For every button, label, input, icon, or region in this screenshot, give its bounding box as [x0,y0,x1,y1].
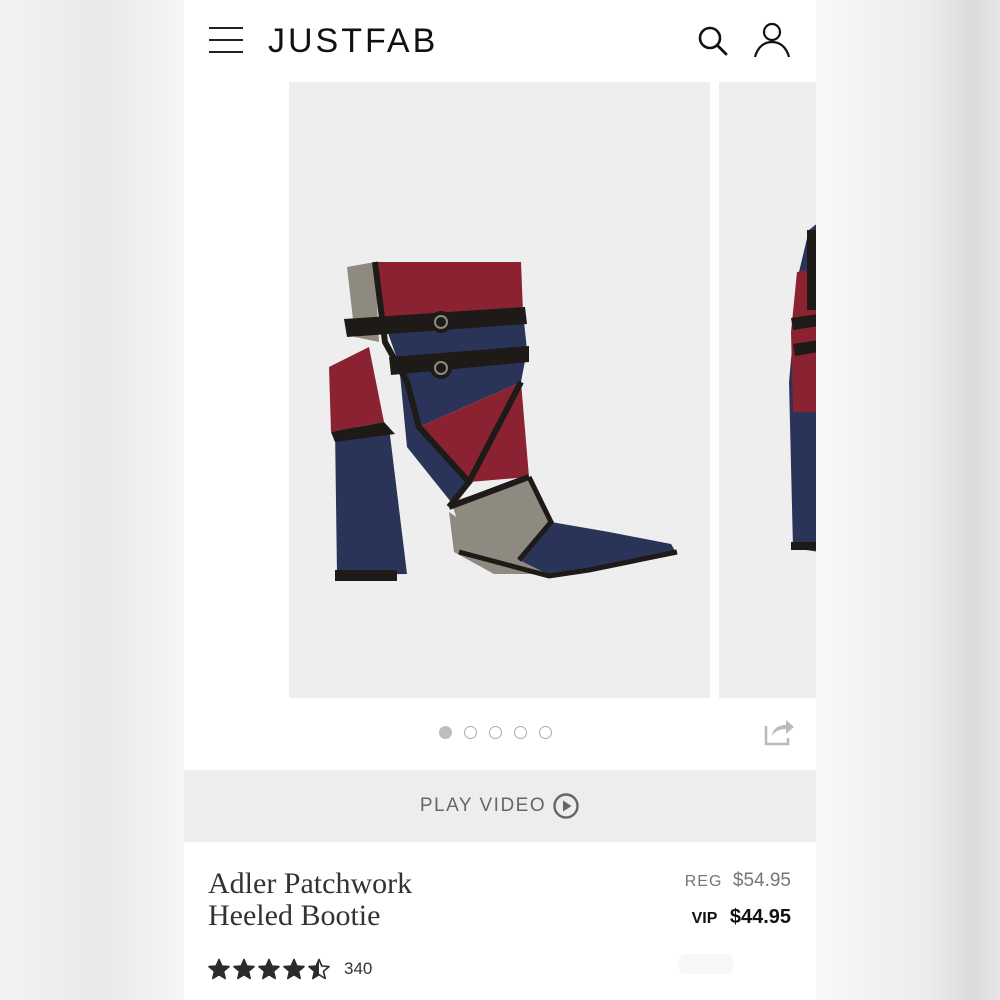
carousel-dot[interactable] [489,726,502,739]
search-icon[interactable] [696,24,730,58]
boot-illustration-partial [789,224,816,552]
review-count: 340 [344,959,373,978]
play-circle-icon [553,793,579,819]
vip-price-value: $44.95 [729,906,791,928]
reg-price: $54.95 [732,870,791,891]
play-video-label: PLAY VIDEO [419,795,547,816]
product-info: Adler Patchwork Heeled Bootie REG $54.95… [184,842,816,1000]
share-icon[interactable] [762,714,796,748]
carousel-pagination [439,726,552,742]
vip-label: VIP [691,910,718,927]
background-left [0,0,184,1000]
reg-label: REG [684,873,723,890]
star-full-icon [208,958,230,980]
product-title: Adler Patchwork Heeled Bootie [208,868,508,932]
product-rating[interactable]: 340 [208,958,372,980]
faint-element [678,954,734,974]
star-full-icon [283,958,305,980]
background-right [816,0,1000,1000]
product-image-next[interactable] [719,82,816,698]
account-icon[interactable] [752,20,792,60]
product-title-line1: Adler Patchwork [208,867,413,900]
rating-stars [208,958,330,980]
play-video-button[interactable]: PLAY VIDEO [184,770,816,842]
carousel-dot[interactable] [464,726,477,739]
star-full-icon [233,958,255,980]
carousel-dot[interactable] [514,726,527,739]
site-logo[interactable]: JUSTFAB [268,22,438,61]
phone-screen: JUSTFAB PLAY VIDEO Adler Patchwork Heele… [184,0,816,1000]
star-full-icon [258,958,280,980]
star-half-icon [308,958,330,980]
product-title-line2: Heeled Bootie [208,899,381,932]
hamburger-menu-icon[interactable] [209,26,243,54]
site-header: JUSTFAB [184,0,816,82]
product-image-carousel[interactable] [184,82,816,698]
carousel-dot[interactable] [439,726,452,739]
carousel-dot[interactable] [539,726,552,739]
vip-price: VIP $44.95 [692,906,791,929]
boot-illustration [329,261,678,581]
regular-price: REG $54.95 [685,870,791,892]
product-image-main[interactable] [289,82,710,698]
